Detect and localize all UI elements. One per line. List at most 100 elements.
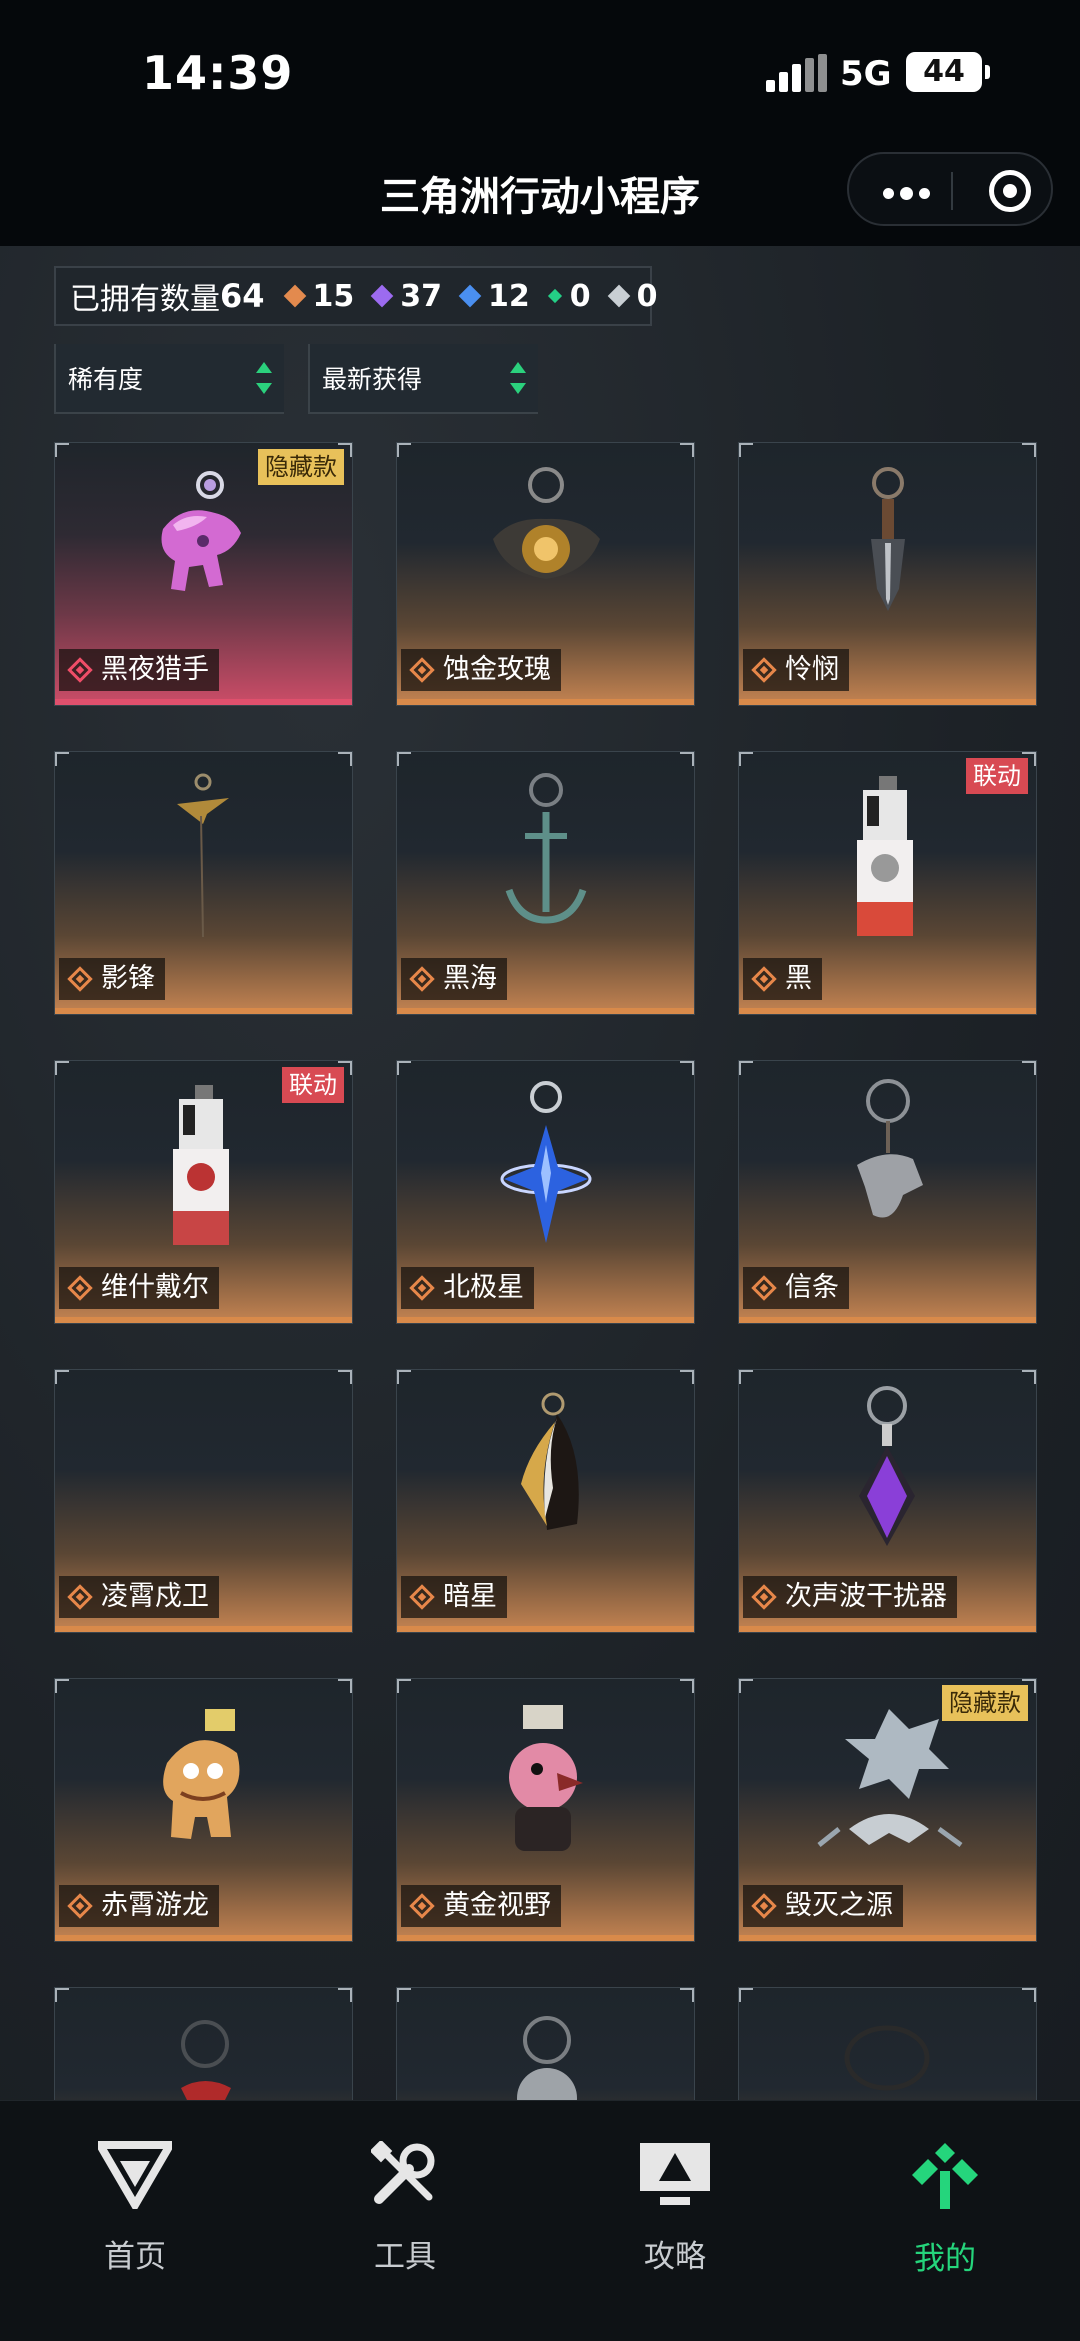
item-card[interactable]: 隐藏款 黑夜猎手 bbox=[54, 442, 353, 706]
green-rarity-icon bbox=[547, 288, 562, 304]
item-name: 蚀金玫瑰 bbox=[401, 649, 561, 691]
keychain-anchor-image bbox=[505, 773, 587, 924]
item-card[interactable]: 影锋 bbox=[54, 751, 353, 1015]
rarity-icon bbox=[751, 1893, 777, 1919]
purple-rarity-icon bbox=[370, 284, 394, 308]
battery-level: 44 bbox=[923, 54, 965, 89]
item-card[interactable]: 凌霄戍卫 bbox=[54, 1369, 353, 1633]
item-card[interactable] bbox=[54, 1987, 353, 2100]
item-card[interactable]: 信条 bbox=[738, 1060, 1037, 1324]
battery-icon: 44 bbox=[906, 52, 990, 92]
hidden-edition-badge: 隐藏款 bbox=[942, 1685, 1028, 1721]
item-card[interactable]: 赤霄游龙 bbox=[54, 1678, 353, 1942]
orange-rarity-icon bbox=[283, 284, 306, 308]
capsule-divider bbox=[951, 172, 953, 210]
tab-home-label: 首页 bbox=[104, 2239, 166, 2275]
rarity-icon bbox=[67, 657, 93, 683]
item-card[interactable]: 北极星 bbox=[396, 1060, 695, 1324]
item-name: 黑夜猎手 bbox=[59, 649, 219, 691]
item-card[interactable] bbox=[396, 1987, 695, 2100]
keychain-eagle-helmet-image bbox=[857, 1079, 923, 1218]
rarity-icon bbox=[67, 966, 93, 992]
item-name: 赤霄游龙 bbox=[59, 1885, 219, 1927]
item-card[interactable] bbox=[738, 1987, 1037, 2100]
keychain-pink-bird-image bbox=[509, 1705, 583, 1851]
white-rarity-icon bbox=[607, 284, 630, 308]
keychain-partial-image bbox=[181, 2020, 231, 2100]
sort-order-dropdown[interactable]: 最新获得 bbox=[308, 344, 538, 414]
item-name: 信条 bbox=[743, 1267, 849, 1309]
item-name: 次声波干扰器 bbox=[743, 1576, 957, 1618]
tab-guide-label: 攻略 bbox=[644, 2239, 706, 2275]
item-card[interactable]: 怜悯 bbox=[738, 442, 1037, 706]
rarity-icon bbox=[409, 1584, 435, 1610]
tab-profile-label: 我的 bbox=[914, 2241, 976, 2277]
item-card[interactable]: 暗星 bbox=[396, 1369, 695, 1633]
item-name: 影锋 bbox=[59, 958, 165, 1000]
count-green: 0 bbox=[542, 279, 591, 314]
guide-monitor-icon bbox=[640, 2143, 710, 2205]
keychain-blade-pendant-image bbox=[871, 467, 905, 611]
home-logo-icon bbox=[98, 2141, 172, 2209]
rarity-icon bbox=[67, 1893, 93, 1919]
close-miniprogram-icon[interactable] bbox=[989, 170, 1031, 212]
count-orange: 15 bbox=[279, 279, 354, 314]
miniprogram-capsule bbox=[847, 152, 1053, 226]
keychain-purple-crystal-image bbox=[859, 1386, 915, 1546]
keychain-partial-image bbox=[844, 2025, 930, 2091]
count-blue: 12 bbox=[454, 279, 530, 314]
tab-guide[interactable]: 攻略 bbox=[595, 2141, 755, 2276]
count-white: 0 bbox=[603, 279, 658, 314]
rarity-icon bbox=[409, 1893, 435, 1919]
status-time: 14:39 bbox=[142, 46, 294, 100]
status-bar: 14:39 5G 44 bbox=[0, 0, 1080, 140]
rarity-icon bbox=[409, 657, 435, 683]
tab-tools[interactable]: 工具 bbox=[325, 2141, 485, 2276]
item-card[interactable]: 黑海 bbox=[396, 751, 695, 1015]
rarity-icon bbox=[751, 1275, 777, 1301]
item-card[interactable]: 联动 维什戴尔 bbox=[54, 1060, 353, 1324]
sort-order-label: 最新获得 bbox=[322, 365, 423, 394]
count-purple: 37 bbox=[366, 279, 442, 314]
rarity-filter-label: 稀有度 bbox=[68, 365, 144, 394]
rarity-icon bbox=[751, 966, 777, 992]
keychain-shadow-blade-image bbox=[177, 773, 229, 938]
tab-tools-label: 工具 bbox=[374, 2239, 436, 2275]
tab-profile[interactable]: 我的 bbox=[865, 2141, 1025, 2278]
item-card[interactable]: 黄金视野 bbox=[396, 1678, 695, 1942]
item-name: 毁灭之源 bbox=[743, 1885, 903, 1927]
collection-content: 已拥有数量 64 15 37 12 0 0 稀有度 最新获得 隐藏款 黑夜猎手 bbox=[0, 246, 1080, 2100]
rarity-icon bbox=[409, 966, 435, 992]
keychain-lion-dragon-image bbox=[163, 1709, 240, 1839]
item-name: 黄金视野 bbox=[401, 1885, 561, 1927]
hidden-edition-badge: 隐藏款 bbox=[258, 449, 344, 485]
tools-icon bbox=[371, 2141, 435, 2204]
sort-arrows-icon bbox=[256, 362, 272, 394]
item-name: 怜悯 bbox=[743, 649, 849, 691]
owned-label: 已拥有数量 bbox=[70, 282, 220, 317]
rarity-icon bbox=[409, 1275, 435, 1301]
item-card[interactable]: 蚀金玫瑰 bbox=[396, 442, 695, 706]
signal-icon bbox=[766, 54, 827, 92]
item-card[interactable]: 次声波干扰器 bbox=[738, 1369, 1037, 1633]
item-name: 黑海 bbox=[401, 958, 507, 1000]
keychain-blue-star-image bbox=[500, 1081, 592, 1243]
rarity-filter-dropdown[interactable]: 稀有度 bbox=[54, 344, 284, 414]
keychain-mask-image bbox=[521, 1392, 579, 1530]
item-name: 暗星 bbox=[401, 1576, 507, 1618]
item-card[interactable]: 隐藏款 毁灭之源 bbox=[738, 1678, 1037, 1942]
owned-summary: 已拥有数量 64 15 37 12 0 0 bbox=[54, 266, 658, 326]
profile-logo-icon bbox=[912, 2143, 978, 2209]
item-name: 黑 bbox=[743, 958, 822, 1000]
collab-badge: 联动 bbox=[282, 1067, 344, 1103]
rarity-icon bbox=[67, 1275, 93, 1301]
item-name: 维什戴尔 bbox=[59, 1267, 219, 1309]
owned-count: 64 bbox=[220, 277, 265, 315]
blue-rarity-icon bbox=[458, 284, 482, 308]
rarity-icon bbox=[751, 657, 777, 683]
tab-home[interactable]: 首页 bbox=[55, 2141, 215, 2276]
sort-arrows-icon bbox=[510, 362, 526, 394]
item-name: 北极星 bbox=[401, 1267, 534, 1309]
item-card[interactable]: 联动 黑 bbox=[738, 751, 1037, 1015]
title-bar: 三角洲行动小程序 bbox=[0, 140, 1080, 246]
